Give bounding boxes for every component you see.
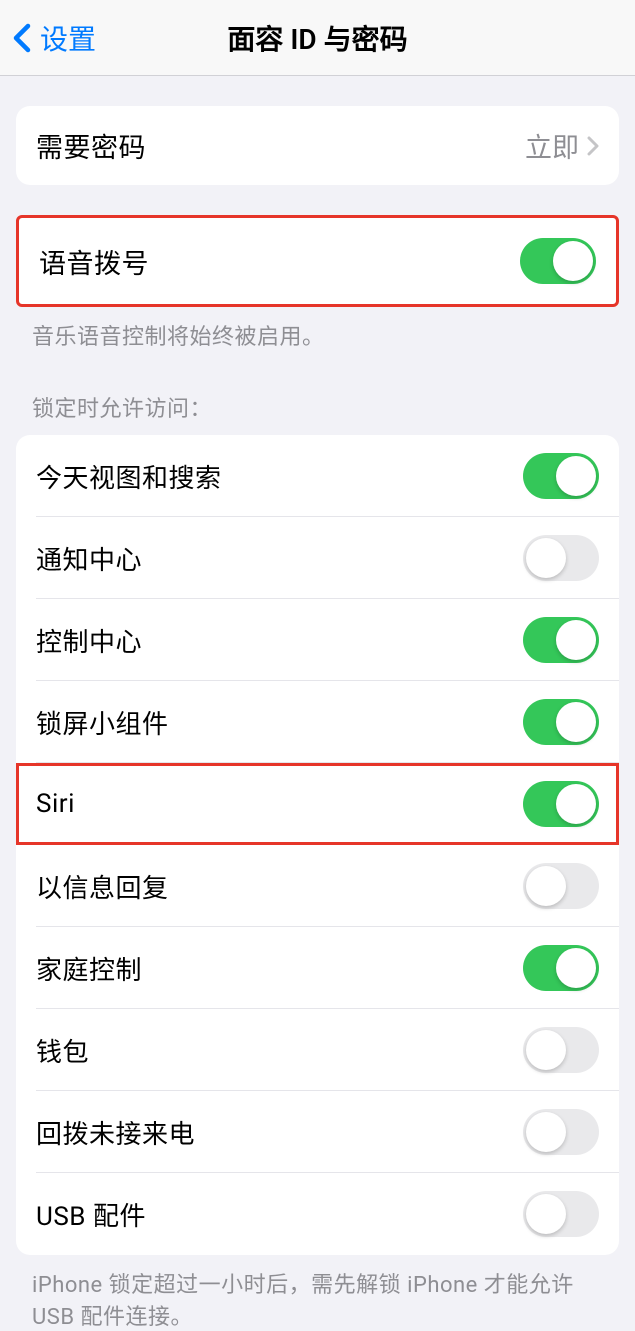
voice-dial-toggle[interactable] [520,238,596,284]
reply-with-message-toggle[interactable] [523,863,599,909]
chevron-right-icon [587,136,599,156]
notification-center-toggle[interactable] [523,535,599,581]
lock-screen-widgets-toggle[interactable] [523,699,599,745]
voice-dial-label: 语音拨号 [39,242,149,281]
siri-row: Siri [16,763,619,845]
today-view-row: 今天视图和搜索 [16,435,619,517]
siri-toggle[interactable] [523,781,599,827]
home-control-toggle[interactable] [523,945,599,991]
usb-accessories-toggle[interactable] [523,1191,599,1237]
today-view-label: 今天视图和搜索 [36,458,222,495]
control-center-toggle[interactable] [523,617,599,663]
back-label: 设置 [40,18,96,58]
wallet-toggle[interactable] [523,1027,599,1073]
return-missed-calls-row: 回拨未接来电 [16,1091,619,1173]
require-passcode-label: 需要密码 [36,126,146,165]
control-center-label: 控制中心 [36,622,142,659]
lock-access-footer: iPhone 锁定超过一小时后，需先解锁 iPhone 才能允许USB 配件连接… [0,1255,635,1331]
require-passcode-value-wrap: 立即 [525,126,599,165]
lock-screen-widgets-row: 锁屏小组件 [16,681,619,763]
today-view-toggle[interactable] [523,453,599,499]
page-title: 面容 ID 与密码 [227,18,407,58]
home-control-row: 家庭控制 [16,927,619,1009]
notification-center-row: 通知中心 [16,517,619,599]
voice-dial-footer: 音乐语音控制将始终被启用。 [0,307,635,351]
navigation-bar: 设置 面容 ID 与密码 [0,0,635,76]
chevron-left-icon [12,23,32,53]
require-passcode-group: 需要密码 立即 [16,106,619,185]
wallet-row: 钱包 [16,1009,619,1091]
lock-access-header: 锁定时允许访问： [0,351,635,435]
wallet-label: 钱包 [36,1032,89,1069]
reply-with-message-label: 以信息回复 [36,868,169,905]
lock-screen-widgets-label: 锁屏小组件 [36,704,169,741]
lock-access-group: 今天视图和搜索 通知中心 控制中心 锁屏小组件 Siri 以信息回复 家庭 [16,435,619,1255]
return-missed-calls-toggle[interactable] [523,1109,599,1155]
require-passcode-value: 立即 [525,126,579,165]
siri-label: Siri [36,789,75,819]
back-button[interactable]: 设置 [12,18,96,58]
require-passcode-row[interactable]: 需要密码 立即 [16,106,619,185]
notification-center-label: 通知中心 [36,540,142,577]
usb-accessories-row: USB 配件 [16,1173,619,1255]
home-control-label: 家庭控制 [36,950,142,987]
voice-dial-group: 语音拨号 [16,215,619,307]
voice-dial-row: 语音拨号 [19,218,616,304]
return-missed-calls-label: 回拨未接来电 [36,1114,195,1151]
usb-accessories-label: USB 配件 [36,1196,146,1233]
control-center-row: 控制中心 [16,599,619,681]
reply-with-message-row: 以信息回复 [16,845,619,927]
